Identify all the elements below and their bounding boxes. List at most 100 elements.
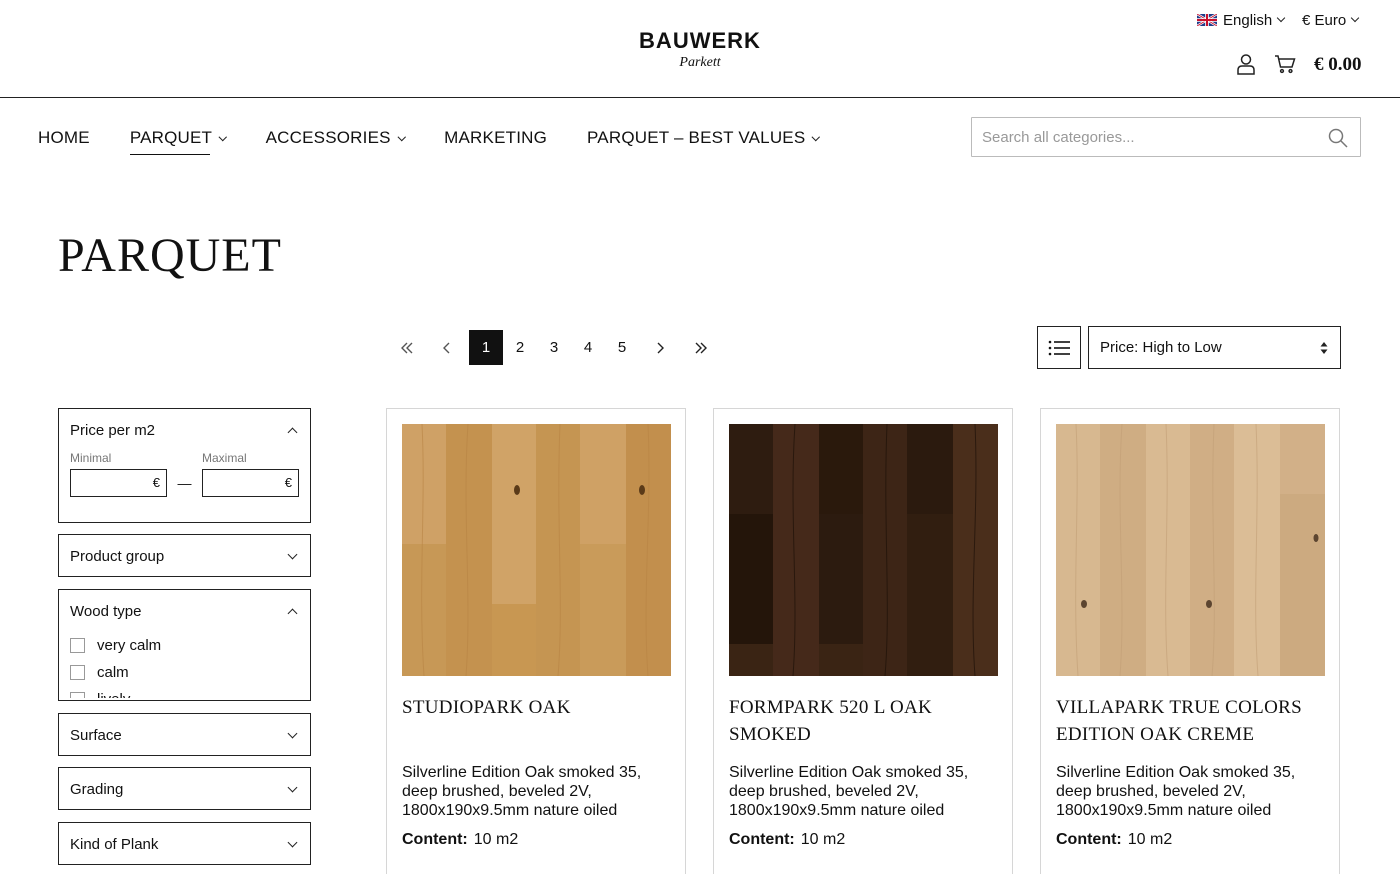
product-name[interactable]: VILLAPARK TRUE COLORS EDITION OAK CREME bbox=[1056, 694, 1326, 748]
filter-title: Surface bbox=[70, 726, 122, 744]
prev-page-button[interactable] bbox=[430, 330, 464, 365]
page-3-button[interactable]: 3 bbox=[537, 330, 571, 365]
sort-selected-value: Price: High to Low bbox=[1100, 339, 1222, 356]
cart-total[interactable]: € 0.00 bbox=[1314, 54, 1362, 76]
content-label: Content: bbox=[402, 831, 468, 848]
brand-logo[interactable]: BAUWERK Parkett bbox=[0, 28, 1400, 71]
filter-title: Product group bbox=[70, 547, 165, 565]
nav-label: PARQUET – BEST VALUES bbox=[587, 128, 806, 147]
product-content: Content: 10 m2 bbox=[402, 831, 518, 849]
list-icon bbox=[1048, 340, 1070, 355]
filter-title: Wood type bbox=[70, 602, 142, 620]
max-price-input[interactable] bbox=[203, 470, 283, 496]
search-input[interactable] bbox=[972, 118, 1302, 156]
min-price-input[interactable] bbox=[71, 470, 151, 496]
list-view-toggle[interactable] bbox=[1037, 326, 1081, 369]
product-image[interactable] bbox=[729, 424, 998, 676]
product-content: Content: 10 m2 bbox=[729, 831, 845, 849]
content-value: 10 m2 bbox=[800, 831, 846, 848]
double-chevron-left-icon bbox=[401, 342, 413, 353]
filter-price-header[interactable]: Price per m2 bbox=[59, 409, 310, 451]
chevron-up-icon bbox=[287, 608, 298, 618]
chevron-up-icon bbox=[287, 427, 298, 437]
select-arrows-icon bbox=[1320, 342, 1328, 354]
product-card[interactable]: STUDIOPARK OAK Silverline Edition Oak sm… bbox=[386, 408, 686, 874]
chevron-left-icon bbox=[443, 342, 450, 353]
filter-product-group[interactable]: Product group bbox=[58, 534, 311, 577]
language-selector[interactable]: English bbox=[1197, 10, 1286, 30]
content-value: 10 m2 bbox=[473, 831, 519, 848]
double-chevron-right-icon bbox=[695, 342, 707, 353]
filter-price: Price per m2 Minimal Maximal € — € bbox=[58, 408, 311, 523]
search-icon[interactable] bbox=[1328, 128, 1348, 148]
chevron-down-icon bbox=[287, 549, 298, 559]
first-page-button[interactable] bbox=[390, 330, 424, 365]
content-label: Content: bbox=[729, 831, 795, 848]
shopping-cart-icon[interactable] bbox=[1274, 54, 1296, 74]
nav-item-marketing[interactable]: MARKETING bbox=[444, 128, 547, 148]
page-2-button[interactable]: 2 bbox=[503, 330, 537, 365]
page-4-button[interactable]: 4 bbox=[571, 330, 605, 365]
chevron-down-icon bbox=[397, 132, 406, 141]
uk-flag-icon bbox=[1197, 14, 1217, 26]
product-image[interactable] bbox=[402, 424, 671, 676]
wood-type-options[interactable]: very calm calm lively bbox=[59, 632, 310, 698]
product-name[interactable]: FORMPARK 520 L OAK SMOKED bbox=[729, 694, 999, 748]
content-value: 10 m2 bbox=[1127, 831, 1173, 848]
wood-type-option-very-calm[interactable]: very calm bbox=[70, 632, 299, 659]
filter-surface-header[interactable]: Surface bbox=[59, 714, 310, 756]
max-price-field: € bbox=[202, 469, 299, 497]
min-price-label: Minimal bbox=[70, 451, 112, 465]
chevron-right-icon bbox=[657, 342, 664, 353]
wood-type-option-calm[interactable]: calm bbox=[70, 659, 299, 686]
currency-symbol: € bbox=[152, 475, 160, 490]
page-1-button[interactable]: 1 bbox=[469, 330, 503, 365]
currency-label: € Euro bbox=[1302, 11, 1347, 29]
filter-grading-header[interactable]: Grading bbox=[59, 768, 310, 810]
next-page-button[interactable] bbox=[643, 330, 677, 365]
min-price-field: € bbox=[70, 469, 167, 497]
filter-kind-of-plank[interactable]: Kind of Plank bbox=[58, 822, 311, 865]
language-label: English bbox=[1223, 11, 1273, 29]
logo-tagline: Parkett bbox=[679, 55, 721, 70]
last-page-button[interactable] bbox=[684, 330, 718, 365]
checkbox[interactable] bbox=[70, 638, 85, 653]
nav-label: MARKETING bbox=[444, 128, 548, 147]
product-card[interactable]: FORMPARK 520 L OAK SMOKED Silverline Edi… bbox=[713, 408, 1013, 874]
product-content: Content: 10 m2 bbox=[1056, 831, 1172, 849]
nav-item-accessories[interactable]: ACCESSORIES bbox=[265, 128, 406, 148]
page-5-button[interactable]: 5 bbox=[605, 330, 639, 365]
top-header: BAUWERK Parkett English € Euro € 0.00 bbox=[0, 0, 1400, 98]
product-image[interactable] bbox=[1056, 424, 1325, 676]
checkbox[interactable] bbox=[70, 665, 85, 680]
filter-surface[interactable]: Surface bbox=[58, 713, 311, 756]
filter-kind-of-plank-header[interactable]: Kind of Plank bbox=[59, 823, 310, 865]
chevron-down-icon bbox=[287, 837, 298, 847]
filter-wood-type: Wood type very calm calm lively bbox=[58, 589, 311, 701]
product-card[interactable]: VILLAPARK TRUE COLORS EDITION OAK CREME … bbox=[1040, 408, 1340, 874]
nav-label: HOME bbox=[38, 128, 90, 147]
main-nav: HOME PARQUET ACCESSORIES MARKETING PARQU… bbox=[38, 127, 821, 155]
chevron-down-icon bbox=[287, 728, 298, 738]
nav-item-home[interactable]: HOME bbox=[38, 128, 90, 148]
content-label: Content: bbox=[1056, 831, 1122, 848]
currency-selector[interactable]: € Euro bbox=[1302, 10, 1360, 30]
logo-wordmark: BAUWERK bbox=[639, 28, 761, 53]
product-description: Silverline Edition Oak smoked 35, deep b… bbox=[1056, 764, 1296, 819]
filter-grading[interactable]: Grading bbox=[58, 767, 311, 810]
filter-title: Kind of Plank bbox=[70, 835, 159, 853]
range-separator: — bbox=[177, 475, 192, 491]
wood-type-option-lively[interactable]: lively bbox=[70, 686, 299, 698]
filter-wood-type-header[interactable]: Wood type bbox=[59, 590, 310, 632]
filter-product-group-header[interactable]: Product group bbox=[59, 535, 310, 577]
option-label: lively bbox=[97, 691, 130, 698]
user-account-icon[interactable] bbox=[1236, 53, 1256, 75]
nav-item-best-values[interactable]: PARQUET – BEST VALUES bbox=[587, 128, 821, 148]
product-description: Silverline Edition Oak smoked 35, deep b… bbox=[402, 764, 642, 819]
product-name[interactable]: STUDIOPARK OAK bbox=[402, 694, 672, 721]
nav-label: ACCESSORIES bbox=[265, 128, 391, 147]
price-range: € — € bbox=[59, 469, 310, 497]
nav-item-parquet[interactable]: PARQUET bbox=[129, 128, 227, 155]
checkbox[interactable] bbox=[70, 692, 85, 698]
sort-select[interactable]: Price: High to Low bbox=[1088, 326, 1341, 369]
